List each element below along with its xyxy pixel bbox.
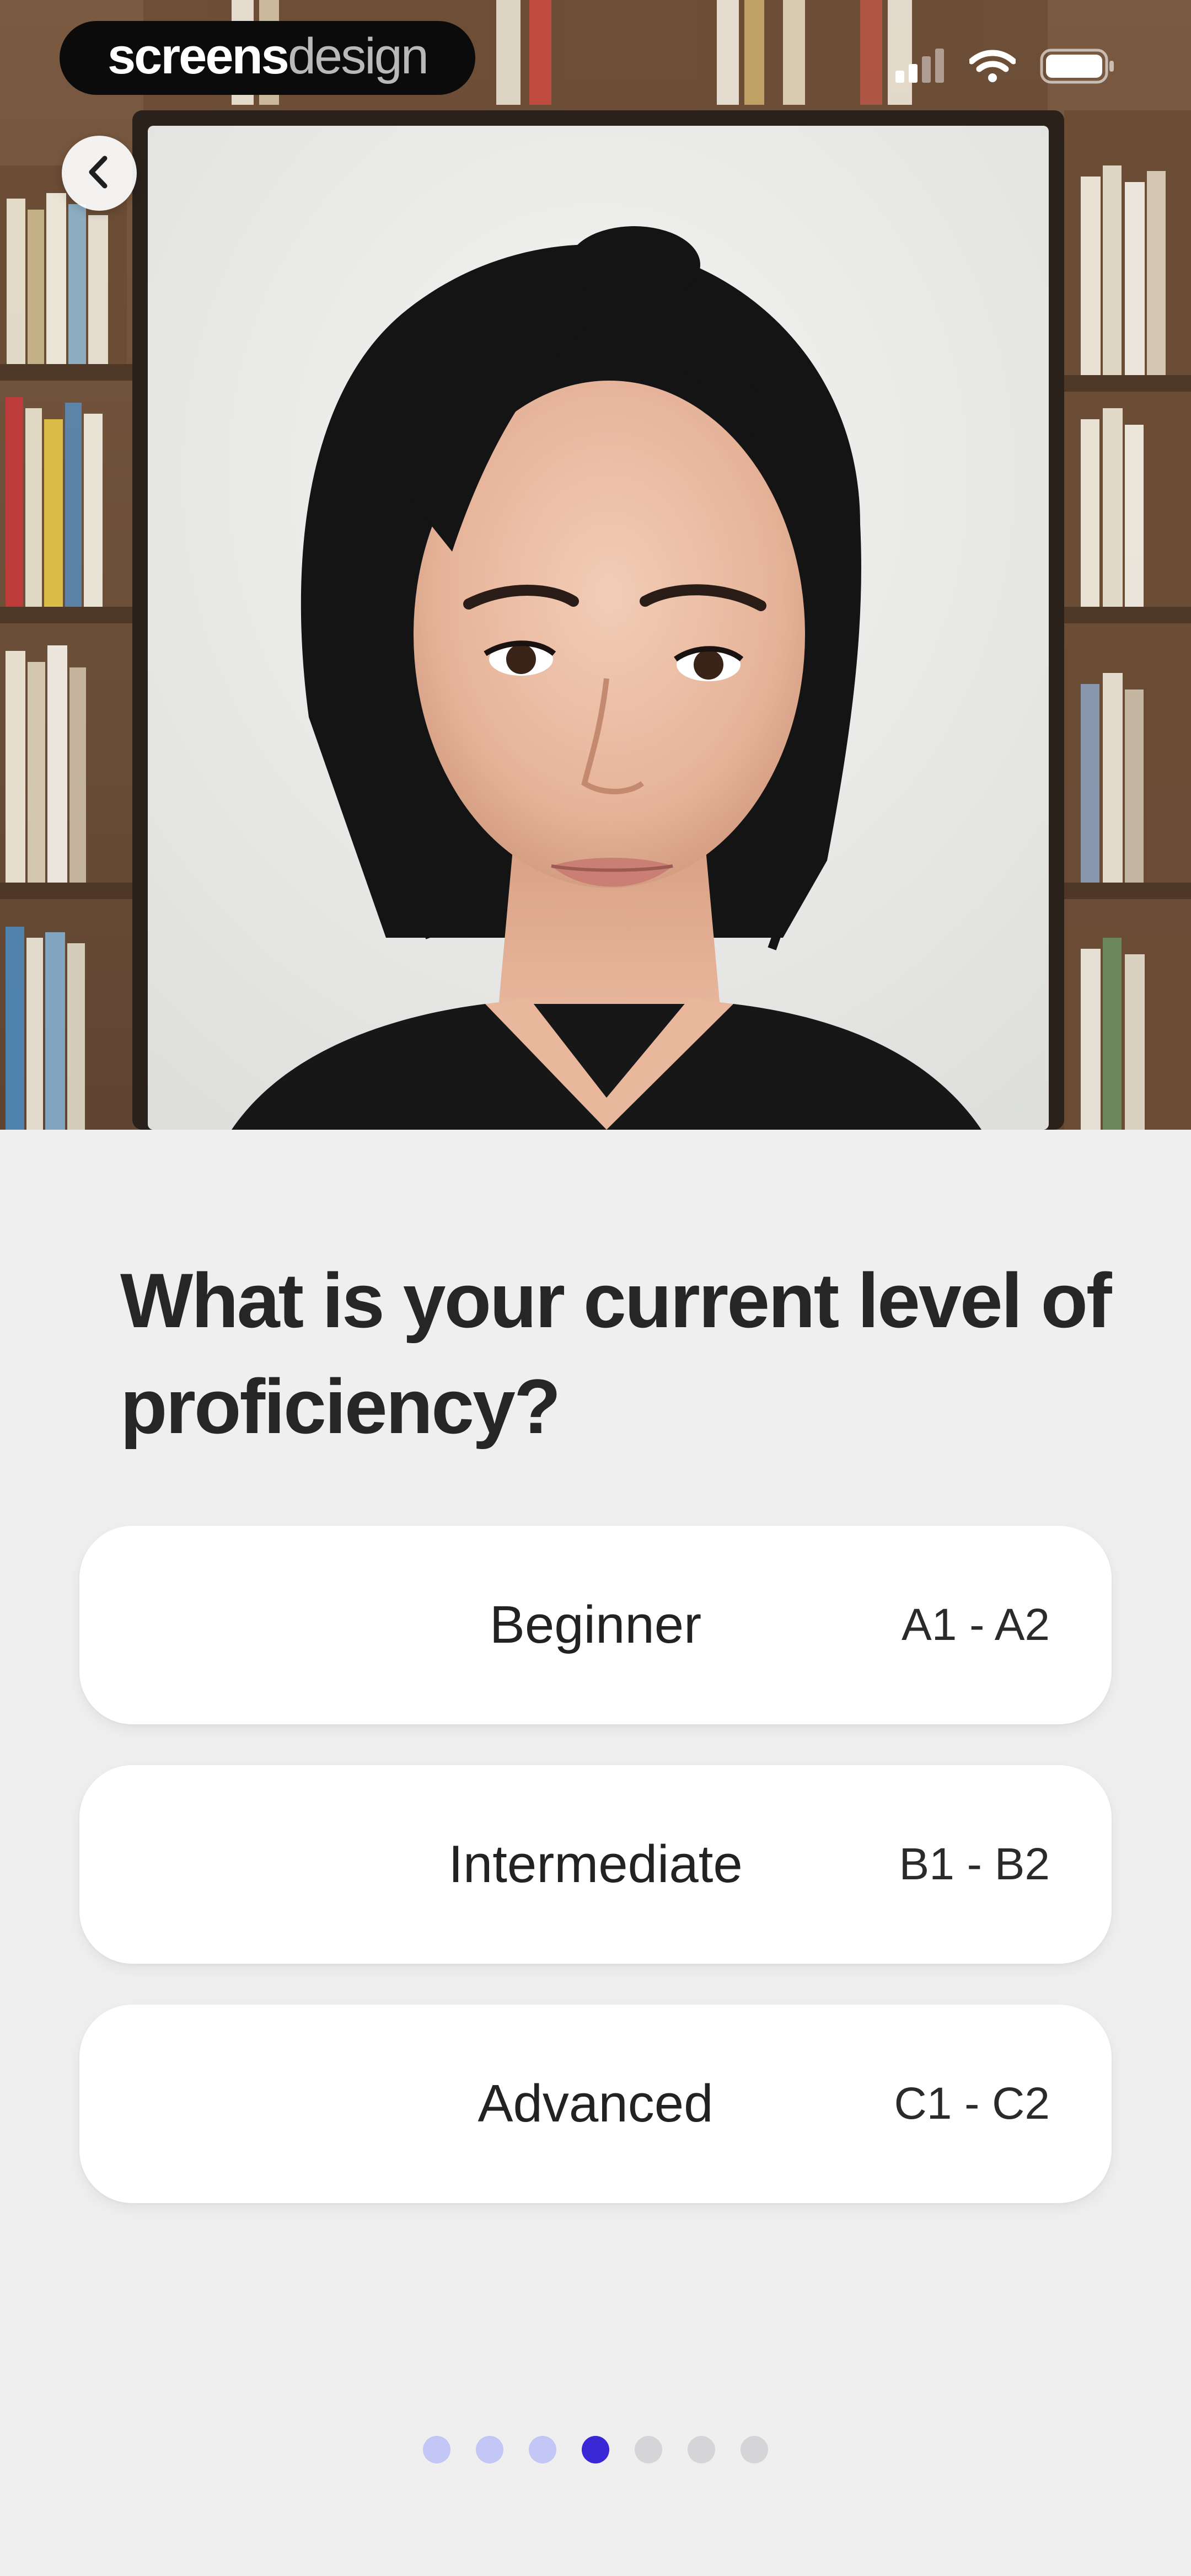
chevron-left-icon — [83, 153, 116, 194]
onboarding-screen: screens design What is your current leve… — [0, 0, 1191, 2576]
battery-icon — [1040, 49, 1115, 87]
page-dot — [423, 2436, 450, 2463]
pagination-dots — [0, 2436, 1191, 2463]
option-intermediate[interactable]: Intermediate B1 - B2 — [79, 1765, 1112, 1964]
brand-secondary-text: design — [287, 28, 429, 84]
option-advanced[interactable]: Advanced C1 - C2 — [79, 2005, 1112, 2203]
option-level-code: C1 - C2 — [894, 2078, 1050, 2129]
wifi-icon — [968, 49, 1017, 86]
page-dot — [476, 2436, 503, 2463]
page-dot-active — [582, 2436, 609, 2463]
brand-primary-text: screens — [108, 28, 289, 84]
option-beginner[interactable]: Beginner A1 - A2 — [79, 1526, 1112, 1724]
question-heading: What is your current level of proficienc… — [120, 1257, 1112, 1450]
page-dot — [635, 2436, 662, 2463]
page-dot — [741, 2436, 768, 2463]
cellular-signal-icon — [895, 49, 945, 87]
page-dot — [688, 2436, 715, 2463]
option-level-code: B1 - B2 — [899, 1839, 1050, 1889]
tutor-photo — [0, 0, 1191, 1130]
back-button[interactable] — [62, 136, 137, 211]
option-level-code: A1 - A2 — [902, 1600, 1050, 1650]
status-icons — [895, 49, 1115, 87]
page-dot — [529, 2436, 556, 2463]
brand-logo: screens design — [60, 21, 475, 95]
